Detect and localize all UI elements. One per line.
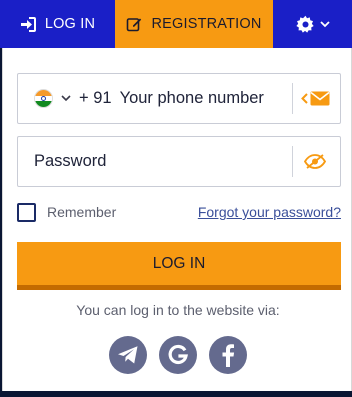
- tab-login[interactable]: LOG IN: [0, 0, 115, 48]
- password-field[interactable]: Password: [17, 136, 341, 187]
- eye-icon[interactable]: [296, 137, 334, 186]
- chevron-left-icon: [300, 93, 308, 104]
- envelope-icon: [310, 91, 330, 106]
- social-login-buttons: [3, 336, 352, 374]
- login-icon: [20, 16, 36, 32]
- settings-button[interactable]: [273, 0, 352, 48]
- remember-checkbox[interactable]: [17, 202, 36, 222]
- google-icon[interactable]: [159, 336, 197, 374]
- password-input[interactable]: Password: [34, 152, 106, 171]
- tab-registration[interactable]: REGISTRATION: [115, 0, 273, 48]
- top-nav: LOG IN REGISTRATION: [0, 0, 352, 48]
- remember-row: Remember Forgot your password?: [17, 201, 341, 223]
- phone-field[interactable]: + 91 Your phone number: [17, 73, 341, 124]
- forgot-password-link[interactable]: Forgot your password?: [198, 204, 341, 220]
- chevron-down-icon: [319, 20, 330, 28]
- india-flag-icon[interactable]: [34, 89, 53, 108]
- social-login-caption: You can log in to the website via:: [76, 302, 280, 318]
- field-divider: [292, 83, 293, 114]
- field-divider: [292, 146, 293, 177]
- chevron-down-icon[interactable]: [61, 95, 71, 102]
- remember-label[interactable]: Remember: [47, 204, 116, 220]
- login-panel: + 91 Your phone number Password Remember…: [2, 48, 352, 393]
- gear-icon: [295, 15, 315, 34]
- tab-registration-label: REGISTRATION: [151, 16, 262, 32]
- switch-to-email-button[interactable]: [296, 74, 334, 123]
- facebook-icon[interactable]: [209, 336, 247, 374]
- tab-login-label: LOG IN: [44, 16, 96, 32]
- background-strip: [0, 391, 352, 397]
- phone-input[interactable]: Your phone number: [120, 89, 264, 108]
- telegram-icon[interactable]: [109, 336, 147, 374]
- edit-icon: [126, 16, 142, 32]
- login-button[interactable]: LOG IN: [17, 242, 341, 290]
- country-code: + 91: [79, 89, 112, 107]
